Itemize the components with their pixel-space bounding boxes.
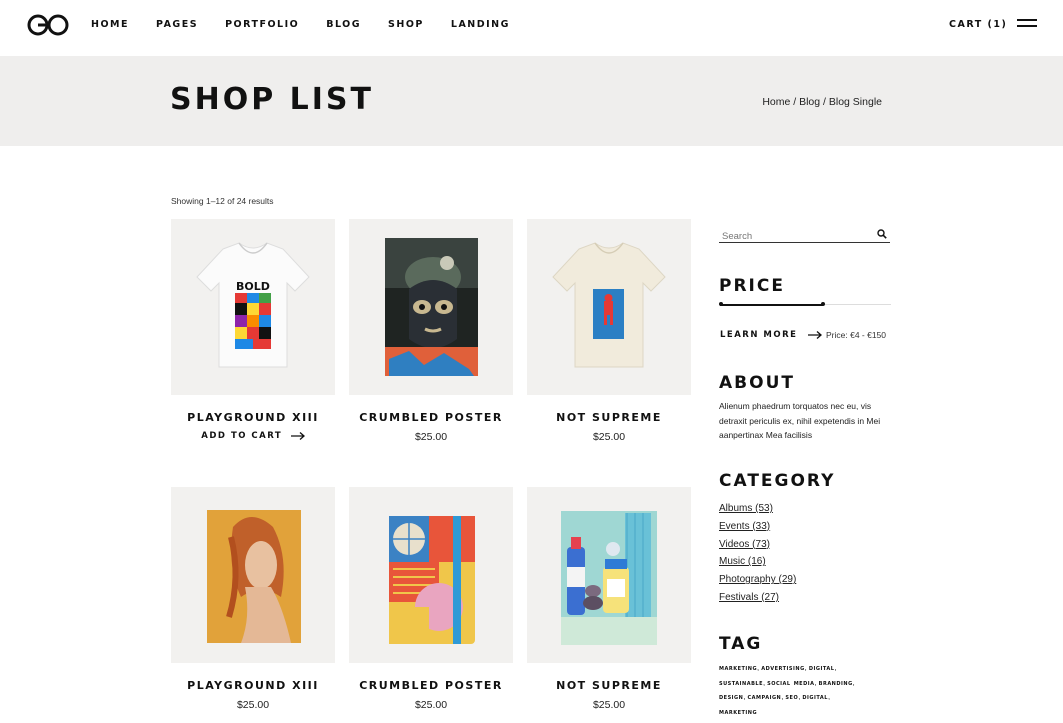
tag-item[interactable]: advertising: [761, 663, 804, 672]
product-image-bottles[interactable]: [527, 487, 691, 663]
product-name[interactable]: CRUMBLED POSTER: [349, 679, 513, 692]
learn-more-label: LEARN MORE: [720, 330, 798, 340]
product-price: $25.00: [592, 431, 626, 443]
category-item[interactable]: Albums (53): [719, 500, 796, 518]
nav-pages[interactable]: PAGES: [156, 19, 198, 30]
add-to-cart-button[interactable]: ADD TO CART: [171, 431, 335, 441]
product-card: NOT SUPREME $25.00: [527, 219, 691, 443]
category-list: Albums (53) Events (33) Videos (73) Musi…: [719, 500, 796, 607]
page-title: SHOP LIST: [170, 82, 374, 117]
tag-item[interactable]: marketing: [719, 663, 757, 672]
tag-item[interactable]: digital: [802, 692, 828, 701]
product-name[interactable]: NOT SUPREME: [527, 679, 691, 692]
bottles-graphic: [561, 511, 657, 645]
tag-item[interactable]: sustainable: [719, 678, 763, 687]
tag-item[interactable]: seo: [785, 692, 798, 701]
tag-item[interactable]: digital: [809, 663, 835, 672]
product-price: $25.00: [414, 431, 448, 443]
nav-blog[interactable]: BLOG: [326, 19, 361, 30]
product-image-poster-portrait[interactable]: [171, 487, 335, 663]
category-heading: CATEGORY: [719, 471, 836, 491]
slider-max-handle[interactable]: [820, 302, 825, 306]
product-image-notebook[interactable]: [349, 487, 513, 663]
category-item[interactable]: Festivals (27): [719, 589, 796, 607]
search-icon[interactable]: [877, 229, 887, 239]
product-name[interactable]: CRUMBLED POSTER: [349, 411, 513, 424]
hamburger-line: [1017, 19, 1037, 21]
product-price: $25.00: [414, 699, 448, 711]
category-item[interactable]: Photography (29): [719, 571, 796, 589]
tag-item[interactable]: design: [719, 692, 743, 701]
main-nav: HOME PAGES PORTFOLIO BLOG SHOP LANDING: [91, 19, 537, 30]
learn-more-button[interactable]: LEARN MORE: [720, 330, 822, 340]
product-price: $25.00: [592, 699, 626, 711]
product-image-tshirt-cream[interactable]: [527, 219, 691, 395]
arrow-right-icon: [290, 431, 305, 440]
search-input[interactable]: [719, 229, 875, 244]
search-box: [719, 226, 890, 244]
results-count: Showing 1–12 of 24 results: [171, 196, 274, 206]
product-image-tshirt-bold[interactable]: BOLD: [171, 219, 335, 395]
site-header: HOME PAGES PORTFOLIO BLOG SHOP LANDING C…: [0, 0, 1063, 56]
nav-landing[interactable]: LANDING: [451, 19, 510, 30]
price-range-slider: [719, 302, 891, 307]
nav-shop[interactable]: SHOP: [388, 19, 424, 30]
nav-portfolio[interactable]: PORTFOLIO: [225, 19, 299, 30]
arrow-right-icon: [807, 330, 822, 339]
tag-cloud: marketing, advertising, digital, sustain…: [719, 663, 855, 716]
tag-item[interactable]: marketing: [719, 707, 757, 716]
product-name[interactable]: PLAYGROUND XIII: [171, 679, 335, 692]
hamburger-menu-icon[interactable]: [1017, 19, 1037, 31]
page-title-band: SHOP LIST Home / Blog / Blog Single: [0, 56, 1063, 146]
category-item[interactable]: Events (33): [719, 518, 796, 536]
tshirt-bold-graphic: BOLD: [196, 242, 310, 368]
breadcrumb-home[interactable]: Home: [762, 96, 790, 108]
product-card: CRUMBLED POSTER $25.00: [349, 487, 513, 711]
about-heading: ABOUT: [719, 373, 795, 393]
product-name[interactable]: PLAYGROUND XIII: [171, 411, 335, 424]
product-card: PLAYGROUND XIII $25.00: [171, 487, 335, 711]
slider-fill: [720, 304, 823, 306]
category-item[interactable]: Videos (73): [719, 536, 796, 554]
add-to-cart-label: ADD TO CART: [201, 431, 283, 441]
cart-link[interactable]: CART (1): [949, 19, 1007, 30]
price-range-text: Price: €4 - €150: [826, 330, 887, 340]
tag-item[interactable]: branding: [819, 678, 853, 687]
product-image-poster-mask[interactable]: [349, 219, 513, 395]
poster-mask-graphic: [385, 238, 478, 376]
price-heading: PRICE: [719, 276, 785, 296]
about-text: Alienum phaedrum torquatos nec eu, vis d…: [719, 401, 881, 440]
slider-min-handle[interactable]: [719, 302, 723, 306]
product-card: CRUMBLED POSTER $25.00: [349, 219, 513, 443]
category-item[interactable]: Music (16): [719, 553, 796, 571]
notebook-graphic: [389, 516, 475, 644]
tshirt-cream-graphic: [552, 242, 666, 368]
product-name[interactable]: NOT SUPREME: [527, 411, 691, 424]
product-card: NOT SUPREME $25.00: [527, 487, 691, 711]
tag-item[interactable]: campaign: [748, 692, 782, 701]
nav-home[interactable]: HOME: [91, 19, 129, 30]
tag-item[interactable]: social media: [767, 678, 814, 687]
poster-portrait-graphic: [207, 510, 301, 643]
svg-text:BOLD: BOLD: [236, 280, 270, 293]
breadcrumb-blog[interactable]: Blog: [799, 96, 820, 108]
product-price: $25.00: [236, 699, 270, 711]
product-card: BOLD PLAYGROUND XIII ADD TO CART: [171, 219, 335, 441]
breadcrumb: Home / Blog / Blog Single: [762, 96, 882, 108]
tag-heading: TAG: [719, 634, 763, 654]
brand-logo-icon[interactable]: [27, 14, 69, 36]
hamburger-line: [1017, 25, 1037, 27]
breadcrumb-current: Blog Single: [828, 96, 882, 108]
